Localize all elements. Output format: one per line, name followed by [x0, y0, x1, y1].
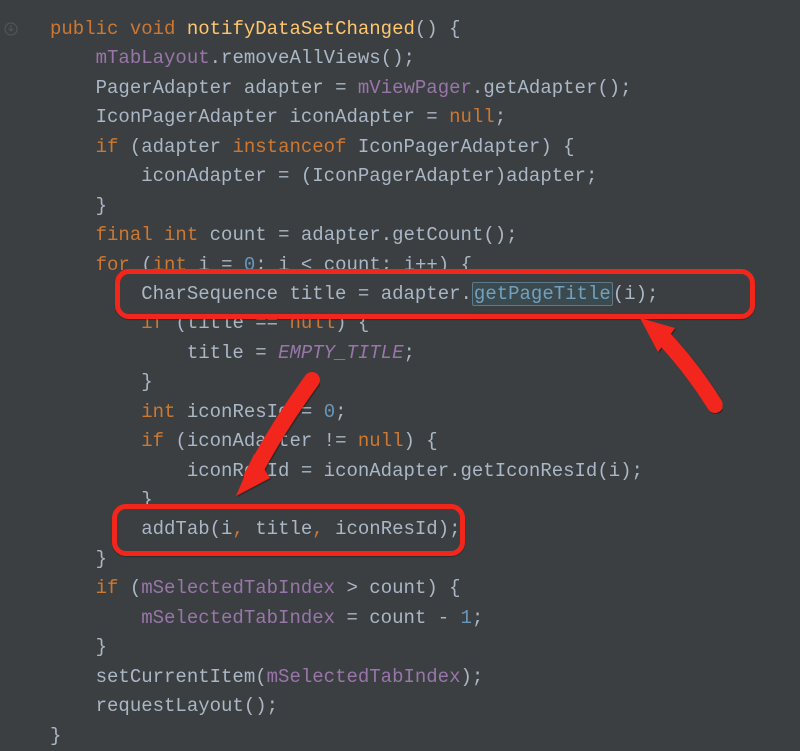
constant-ref: EMPTY_TITLE: [278, 342, 403, 364]
field-ref: mTabLayout: [96, 47, 210, 69]
keyword-public: public: [50, 18, 118, 40]
linked-method-call[interactable]: getPageTitle: [472, 282, 613, 306]
method-name: notifyDataSetChanged: [187, 18, 415, 40]
keyword-void: void: [130, 18, 176, 40]
code-block[interactable]: public void notifyDataSetChanged() { mTa…: [10, 15, 800, 751]
override-gutter-icon: [4, 22, 18, 36]
code-editor[interactable]: public void notifyDataSetChanged() { mTa…: [0, 0, 800, 751]
